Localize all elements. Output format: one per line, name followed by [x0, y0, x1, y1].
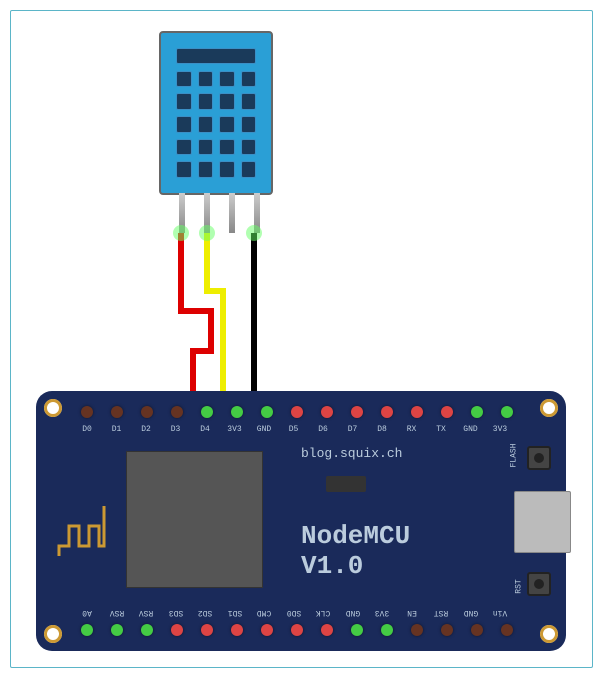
wiring-diagram: D0 D1 D2 D3 D4 3V3 GND D5 D6 D7 D8 RX TX GND 3V3 Vin GN…	[10, 10, 593, 668]
pin-label-GND: GND	[462, 608, 480, 617]
pin-label-D1: D1	[108, 425, 126, 434]
top-pin-labels: D0 D1 D2 D3 D4 3V3 GND D5 D6 D7 D8 RX TX GND 3V3	[78, 425, 509, 434]
pin-label-SD0: SD0	[285, 608, 303, 617]
board-name: NodeMCU	[301, 521, 410, 551]
pin-label-D5: D5	[285, 425, 303, 434]
pin-label-RSV: RSV	[137, 608, 155, 617]
antenna-icon	[54, 501, 109, 561]
bottom-pin-row	[81, 624, 513, 636]
pin-label-RSV: RSV	[108, 608, 126, 617]
usb-port-icon	[514, 491, 571, 553]
pin-label-GND: GND	[255, 425, 273, 434]
pin-label-D4: D4	[196, 425, 214, 434]
flash-label: FLASH	[509, 443, 518, 467]
dht11-sensor	[159, 31, 273, 195]
pin-label-TX: TX	[432, 425, 450, 434]
pin-label-D0: D0	[78, 425, 96, 434]
wire-data	[207, 233, 223, 411]
pin-label-SD2: SD2	[196, 608, 214, 617]
pin-label-D3: D3	[167, 425, 185, 434]
pin-label-3V3: 3V3	[226, 425, 244, 434]
esp8266-chip	[126, 451, 263, 588]
dht11-legs	[159, 193, 269, 233]
blog-url: blog.squix.ch	[301, 446, 402, 461]
pin-label-RST: RST	[432, 608, 450, 617]
pin-label-3V3: 3V3	[491, 425, 509, 434]
pin-label-D6: D6	[314, 425, 332, 434]
pin-label-3V3: 3V3	[373, 608, 391, 617]
pin-label-CLK: CLK	[314, 608, 332, 617]
nodemcu-board: D0 D1 D2 D3 D4 3V3 GND D5 D6 D7 D8 RX TX GND 3V3 Vin GN…	[36, 391, 566, 651]
pin-label-D2: D2	[137, 425, 155, 434]
pin-label-D8: D8	[373, 425, 391, 434]
pin-label-D7: D7	[344, 425, 362, 434]
rst-label: RST	[514, 579, 523, 593]
pin-label-Vin: Vin	[491, 608, 509, 617]
pin-label-RX: RX	[403, 425, 421, 434]
pin-label-GND: GND	[344, 608, 362, 617]
pin-label-SD1: SD1	[226, 608, 244, 617]
top-pin-row	[81, 406, 513, 418]
rst-button[interactable]	[527, 572, 551, 596]
flash-button[interactable]	[527, 446, 551, 470]
bottom-pin-labels: Vin GND RST EN 3V3 GND CLK SD0 CMD SD1 SD2 SD3 RSV RS…	[78, 608, 509, 617]
pin-label-EN: EN	[403, 608, 421, 617]
board-version: V1.0	[301, 551, 363, 581]
pin-label-CMD: CMD	[255, 608, 273, 617]
pin-label-SD3: SD3	[167, 608, 185, 617]
pin-label-GND: GND	[462, 425, 480, 434]
pin-label-A0: A0	[78, 608, 96, 617]
wire-vcc-d3	[181, 233, 211, 411]
small-chip	[326, 476, 366, 492]
